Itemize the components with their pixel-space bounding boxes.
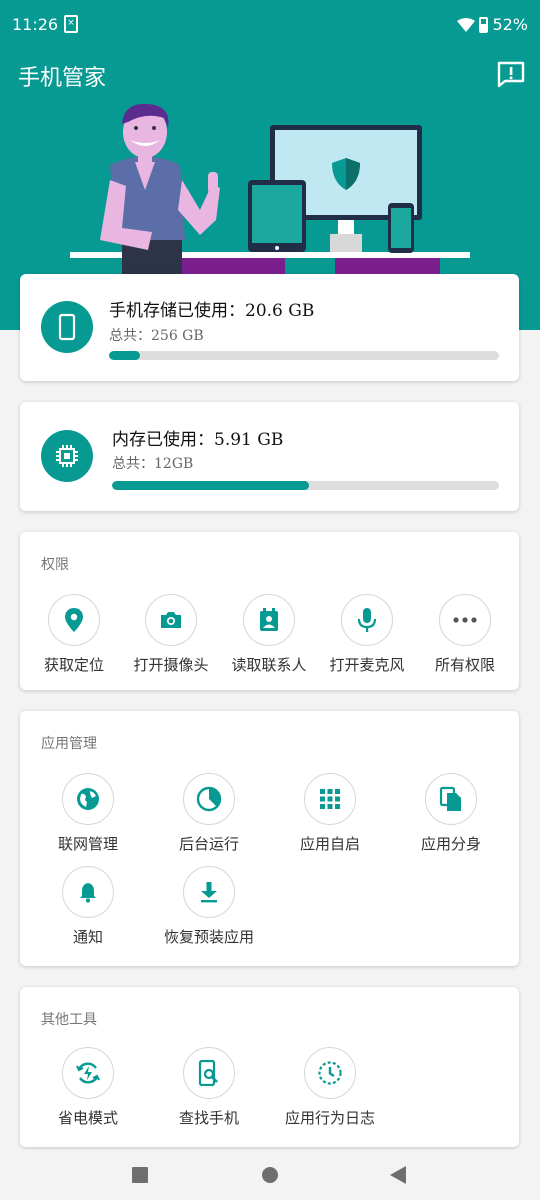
tool-power-saving-label: 省电模式 xyxy=(57,1109,118,1127)
battery-percent: 52% xyxy=(492,15,528,34)
permission-all-label: 所有权限 xyxy=(434,656,495,674)
storage-icon-badge xyxy=(41,301,93,353)
memory-used-text: 内存已使用：5.91 GB xyxy=(112,430,284,450)
permission-location-label: 获取定位 xyxy=(43,656,104,674)
power-saving-icon xyxy=(62,1047,114,1099)
back-triangle-icon xyxy=(390,1166,406,1184)
tool-find-phone-label: 查找手机 xyxy=(178,1109,239,1127)
wifi-icon xyxy=(457,17,476,32)
memory-card[interactable]: 内存已使用：5.91 GB 总共：12GB xyxy=(20,402,519,511)
contacts-icon xyxy=(243,594,295,646)
behavior-log-icon xyxy=(304,1047,356,1099)
phone-storage-icon xyxy=(58,313,76,341)
square-icon xyxy=(132,1167,148,1183)
system-navigation-bar xyxy=(0,1150,540,1200)
background-run-icon xyxy=(183,773,235,825)
download-icon xyxy=(183,866,235,918)
status-time: 11:26 xyxy=(12,15,59,34)
permission-microphone[interactable]: 打开麦克风 xyxy=(312,594,422,675)
home-button[interactable] xyxy=(258,1163,282,1187)
memory-progress-fill xyxy=(112,481,310,490)
app-autostart-label: 应用自启 xyxy=(299,835,360,853)
permission-all[interactable]: 所有权限 xyxy=(410,594,520,675)
app-background-run-label: 后台运行 xyxy=(178,835,239,853)
more-icon xyxy=(439,594,491,646)
app-management-card: 应用管理 联网管理 后台运行 应用自启 应用分身 通知 恢复预装应用 xyxy=(20,711,519,966)
permissions-card: 权限 获取定位 打开摄像头 读取联系人 打开麦克风 所有权限 xyxy=(20,532,519,690)
chip-icon xyxy=(56,445,78,467)
storage-used-text: 手机存储已使用：20.6 GB xyxy=(109,301,315,321)
permission-location[interactable]: 获取定位 xyxy=(19,594,129,675)
feedback-icon[interactable] xyxy=(496,60,526,88)
app-clone[interactable]: 应用分身 xyxy=(396,773,506,854)
permission-contacts-label: 读取联系人 xyxy=(231,656,307,674)
permissions-section-title: 权限 xyxy=(41,557,69,573)
tool-find-phone[interactable]: 查找手机 xyxy=(154,1047,264,1128)
permission-camera[interactable]: 打开摄像头 xyxy=(116,594,226,675)
permission-camera-label: 打开摄像头 xyxy=(133,656,209,674)
app-management-section-title: 应用管理 xyxy=(41,736,97,752)
memory-icon-badge xyxy=(41,430,93,482)
tool-behavior-log-label: 应用行为日志 xyxy=(284,1109,375,1127)
permission-contacts[interactable]: 读取联系人 xyxy=(214,594,324,675)
clone-icon xyxy=(425,773,477,825)
app-restore-preinstalled[interactable]: 恢复预装应用 xyxy=(154,866,264,947)
app-restore-preinstalled-label: 恢复预装应用 xyxy=(163,928,254,946)
grid-icon xyxy=(304,773,356,825)
app-network-management-label: 联网管理 xyxy=(57,835,118,853)
bell-icon xyxy=(62,866,114,918)
location-pin-icon xyxy=(48,594,100,646)
memory-total-text: 总共：12GB xyxy=(112,456,194,472)
camera-icon xyxy=(145,594,197,646)
app-clone-label: 应用分身 xyxy=(420,835,481,853)
app-network-management[interactable]: 联网管理 xyxy=(33,773,143,854)
status-bar: 11:26 × 52% xyxy=(0,0,540,50)
app-notifications[interactable]: 通知 xyxy=(33,866,143,947)
microphone-icon xyxy=(341,594,393,646)
recents-button[interactable] xyxy=(128,1163,152,1187)
storage-progress-bar xyxy=(109,351,499,360)
status-right: 52% xyxy=(457,15,528,34)
storage-total-text: 总共：256 GB xyxy=(109,328,204,344)
memory-progress-bar xyxy=(112,481,499,490)
app-autostart[interactable]: 应用自启 xyxy=(275,773,385,854)
circle-icon xyxy=(262,1167,278,1183)
app-notifications-label: 通知 xyxy=(72,928,103,946)
find-phone-icon xyxy=(183,1047,235,1099)
storage-card[interactable]: 手机存储已使用：20.6 GB 总共：256 GB xyxy=(20,274,519,381)
app-background-run[interactable]: 后台运行 xyxy=(154,773,264,854)
storage-progress-fill xyxy=(109,351,141,360)
back-button[interactable] xyxy=(386,1163,410,1187)
battery-icon xyxy=(479,16,489,33)
hero-illustration xyxy=(70,103,470,275)
other-tools-card: 其他工具 省电模式 查找手机 应用行为日志 xyxy=(20,987,519,1147)
globe-icon xyxy=(62,773,114,825)
tool-power-saving[interactable]: 省电模式 xyxy=(33,1047,143,1128)
page-title: 手机管家 xyxy=(18,66,107,91)
permission-microphone-label: 打开麦克风 xyxy=(329,656,405,674)
other-tools-section-title: 其他工具 xyxy=(41,1012,97,1028)
sim-card-icon: × xyxy=(64,15,78,33)
tool-behavior-log[interactable]: 应用行为日志 xyxy=(275,1047,385,1128)
